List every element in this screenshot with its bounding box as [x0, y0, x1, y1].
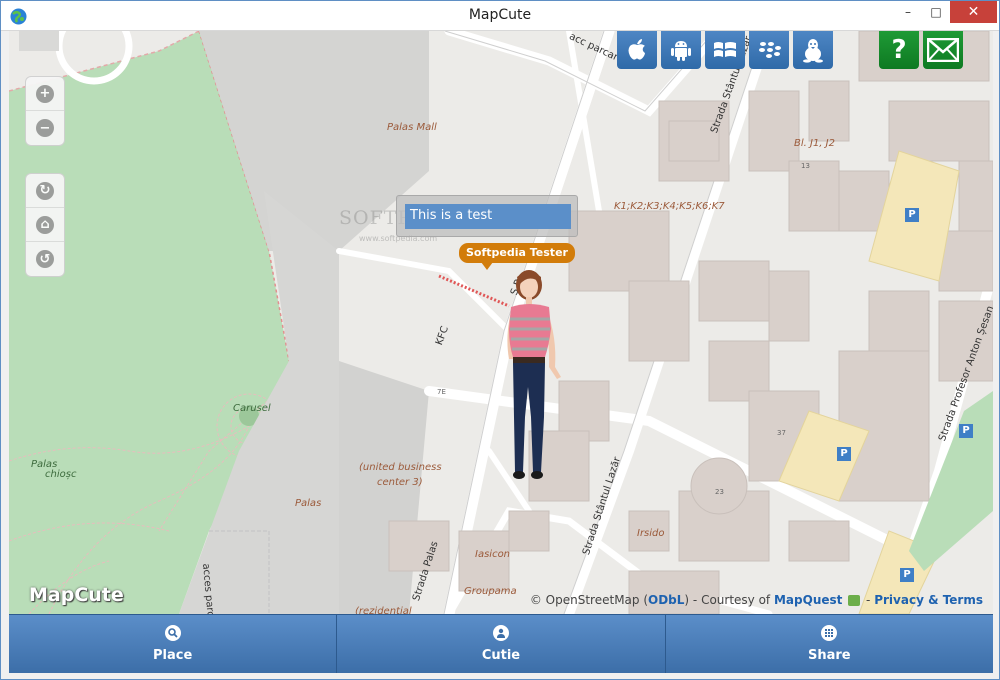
tab-place[interactable]: Place [9, 615, 338, 673]
brand-logo: MapCute [29, 584, 124, 606]
windows-icon [714, 42, 736, 57]
plus-icon: + [36, 84, 54, 103]
mail-button[interactable] [923, 31, 963, 69]
attribution-middle: ) - Courtesy of [684, 593, 771, 607]
maximize-icon: □ [930, 5, 942, 19]
avatar-name-tag[interactable]: Softpedia Tester [459, 243, 575, 263]
android-button[interactable] [661, 31, 701, 69]
rotate-ccw-icon: ↺ [36, 250, 54, 268]
tab-cutie-label: Cutie [481, 648, 521, 663]
minimize-icon: – [905, 5, 911, 19]
avatar[interactable] [497, 267, 567, 482]
message-text: This is a test [405, 204, 571, 229]
odbl-link[interactable]: ODbL [648, 593, 684, 607]
map-label-palas-mall: Palas Mall [387, 122, 437, 133]
attribution-dash: - [866, 593, 871, 607]
map-attribution: © OpenStreetMap (ODbL) - Courtesy of Map… [530, 593, 983, 607]
tab-place-label: Place [153, 648, 193, 663]
linux-icon [803, 39, 823, 63]
map-label-bl-j: Bl. J1, J2 [794, 138, 835, 149]
map-label-23: 23 [715, 488, 724, 496]
apple-icon [628, 39, 645, 60]
zoom-in-button[interactable]: + [26, 77, 64, 111]
parking-marker: P [837, 447, 851, 461]
blackberry-button[interactable] [749, 31, 789, 69]
android-icon [671, 41, 691, 61]
tab-cutie[interactable]: Cutie [337, 615, 666, 673]
close-icon: ✕ [967, 4, 980, 20]
map-label-palas-chiosc-2: chioșc [45, 469, 77, 480]
user-icon [492, 625, 509, 641]
map-label-k: K1;K2;K3;K4;K5;K6;K7 [614, 201, 725, 212]
maximize-button[interactable]: □ [922, 1, 950, 23]
parking-marker: P [959, 424, 973, 438]
help-icon: ? [891, 35, 907, 65]
map-label-groupama: Groupama [464, 586, 517, 597]
rotate-cw-button[interactable]: ↻ [26, 174, 64, 208]
parking-marker: P [900, 568, 914, 582]
privacy-terms-link[interactable]: Privacy & Terms [874, 593, 983, 607]
windows-button[interactable] [705, 31, 745, 69]
map-label-13: 13 [801, 162, 810, 170]
home-icon: ⌂ [36, 215, 54, 234]
minimize-button[interactable]: – [894, 1, 922, 23]
mail-icon [927, 38, 959, 62]
map-label-7e: 7E [437, 388, 446, 396]
home-button[interactable]: ⌂ [26, 208, 64, 242]
zoom-out-button[interactable]: − [26, 111, 64, 145]
bottom-toolbar: Place Cutie Share [9, 614, 993, 673]
map-label-united-business-1: (united business [359, 462, 442, 473]
close-button[interactable]: ✕ [950, 1, 997, 23]
mapquest-link[interactable]: MapQuest [774, 593, 842, 607]
navigation-controls: ↻ ⌂ ↺ [25, 173, 65, 277]
parking-marker: P [905, 208, 919, 222]
tab-share[interactable]: Share [666, 615, 993, 673]
map-label-united-business-2: center 3) [377, 477, 423, 488]
zoom-controls: + − [25, 76, 65, 146]
map-label-37: 37 [777, 429, 786, 437]
map-view[interactable]: P P P P Palas Mall acc parcare Strada St… [9, 31, 993, 614]
message-bubble[interactable]: This is a test [396, 195, 578, 237]
blackberry-icon [759, 42, 781, 58]
name-tag-pointer [481, 262, 493, 270]
apple-button[interactable] [617, 31, 657, 69]
mapquest-icon [848, 595, 861, 606]
map-label-irsido: Irsido [637, 528, 665, 539]
map-label-carusel: Carusel [233, 403, 271, 414]
rotate-ccw-button[interactable]: ↺ [26, 242, 64, 276]
search-icon [164, 625, 181, 641]
attribution-prefix: © OpenStreetMap ( [529, 593, 649, 607]
title-bar: MapCute – □ ✕ [1, 1, 999, 31]
minus-icon: − [36, 119, 54, 137]
help-button[interactable]: ? [879, 31, 919, 69]
grid-icon [821, 625, 838, 641]
window-title: MapCute [468, 7, 532, 23]
tab-share-label: Share [808, 648, 851, 663]
map-label-iasicon: Iasicon [475, 549, 511, 560]
rotate-cw-icon: ↻ [36, 181, 54, 200]
linux-button[interactable] [793, 31, 833, 69]
map-label-rezidential: (rezidențial [355, 606, 412, 614]
app-window: MapCute – □ ✕ P P P P Palas Mall acc par… [0, 0, 1000, 680]
map-label-palas: Palas [295, 498, 322, 509]
